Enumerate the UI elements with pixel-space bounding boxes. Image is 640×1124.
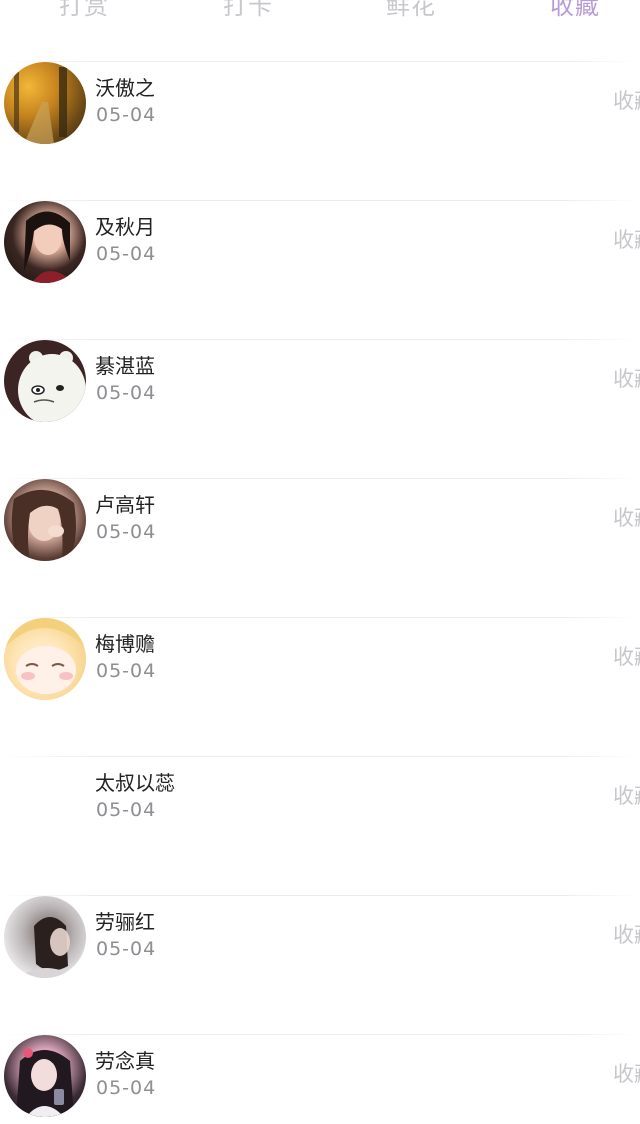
avatar[interactable] [4,757,86,839]
favorite-date: 05-04 [96,1077,157,1099]
favorite-date: 05-04 [96,660,157,682]
favorite-button[interactable]: 收藏 [613,922,640,948]
user-name: 劳念真 [95,1049,155,1073]
tab-bar: 打赏 打卡 鲜花 收藏 [0,0,640,30]
favorites-list: 沃傲之 05-04 收藏 及秋月 05-04 收藏 [0,42,640,1124]
tab-tips[interactable]: 打赏 [24,0,144,24]
tab-flowers[interactable]: 鲜花 [351,0,471,24]
avatar[interactable] [4,201,86,283]
favorite-button[interactable]: 收藏 [613,505,640,531]
favorite-date: 05-04 [96,382,157,404]
tab-checkin[interactable]: 打卡 [188,0,308,24]
divider [0,200,640,201]
favorite-button[interactable]: 收藏 [613,88,640,114]
divider [0,61,640,62]
favorite-button[interactable]: 收藏 [613,783,640,809]
list-item[interactable]: 及秋月 05-04 收藏 [0,181,640,320]
favorite-button[interactable]: 收藏 [613,366,640,392]
list-item[interactable]: 綦湛蓝 05-04 收藏 [0,320,640,459]
divider [0,895,640,896]
user-name: 卢高轩 [95,493,155,517]
favorite-button[interactable]: 收藏 [613,1061,640,1087]
tab-favorites[interactable]: 收藏 [515,0,635,24]
list-item[interactable]: 劳骊红 05-04 收藏 [0,876,640,1015]
divider [0,478,640,479]
avatar[interactable] [4,62,86,144]
avatar[interactable] [4,618,86,700]
user-name: 梅博赡 [95,632,155,656]
favorite-button[interactable]: 收藏 [613,227,640,253]
favorite-date: 05-04 [96,938,157,960]
list-item[interactable]: 梅博赡 05-04 收藏 [0,598,640,737]
favorite-date: 05-04 [96,521,157,543]
favorite-date: 05-04 [96,799,157,821]
list-item[interactable]: 卢高轩 05-04 收藏 [0,459,640,598]
user-name: 沃傲之 [95,76,155,100]
user-name: 綦湛蓝 [95,354,155,378]
avatar[interactable] [4,1035,86,1117]
list-item[interactable]: 沃傲之 05-04 收藏 [0,42,640,181]
avatar[interactable] [4,479,86,561]
divider [0,1034,640,1035]
user-name: 及秋月 [95,215,155,239]
user-name: 劳骊红 [95,910,155,934]
user-name: 太叔以蕊 [95,771,175,795]
list-item[interactable]: 劳念真 05-04 收藏 [0,1015,640,1124]
list-item[interactable]: 太叔以蕊 05-04 收藏 [0,737,640,876]
favorite-button[interactable]: 收藏 [613,644,640,670]
divider [0,617,640,618]
favorite-date: 05-04 [96,243,157,265]
avatar[interactable] [4,340,86,422]
divider [0,339,640,340]
divider [0,756,640,757]
avatar[interactable] [4,896,86,978]
favorite-date: 05-04 [96,104,157,126]
